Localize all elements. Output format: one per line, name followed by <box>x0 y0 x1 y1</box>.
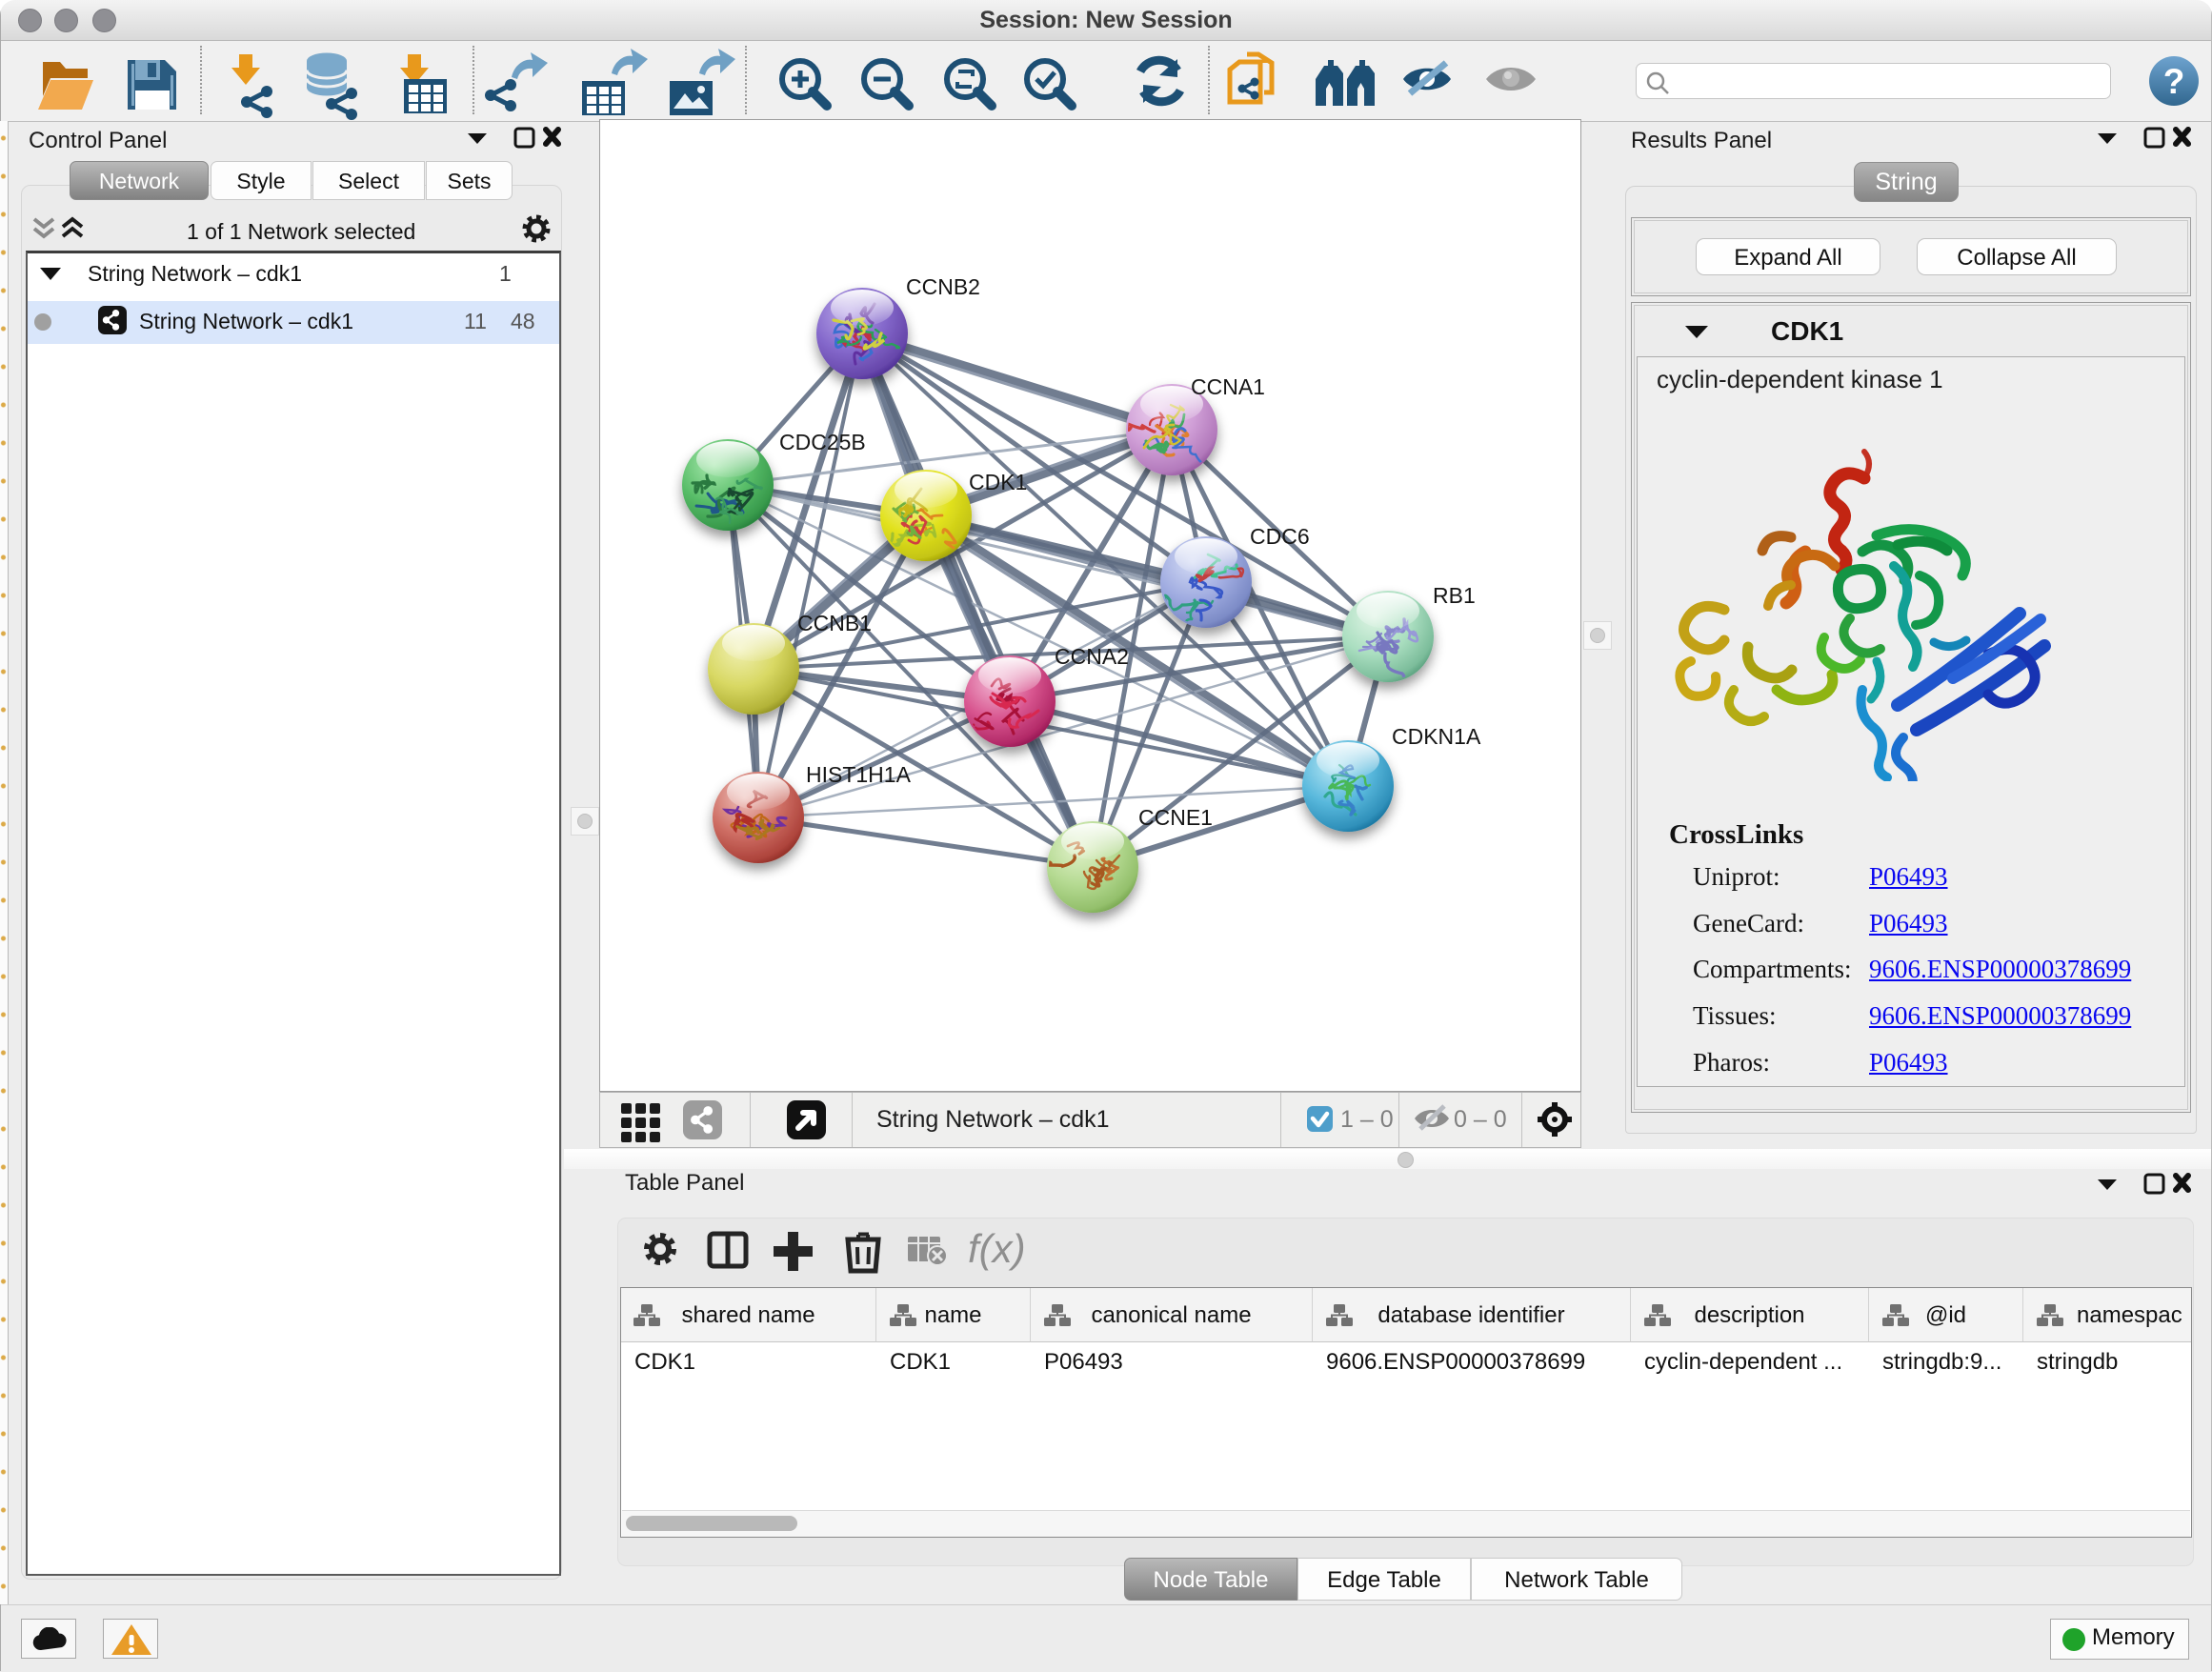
svg-text:CCNE1: CCNE1 <box>1138 805 1213 830</box>
svg-text:CCNB1: CCNB1 <box>797 611 872 635</box>
svg-text:CCNA2: CCNA2 <box>1055 644 1129 669</box>
svg-text:f(x): f(x) <box>968 1226 1026 1271</box>
svg-text:CCNB2: CCNB2 <box>906 274 980 299</box>
svg-text:CDK1: CDK1 <box>969 470 1027 494</box>
svg-text:CDC6: CDC6 <box>1250 524 1310 549</box>
svg-text:CCNA1: CCNA1 <box>1191 374 1265 399</box>
svg-text:HIST1H1A: HIST1H1A <box>806 762 912 787</box>
svg-text:CDKN1A: CDKN1A <box>1392 724 1481 749</box>
svg-text:?: ? <box>2163 62 2185 101</box>
svg-text:RB1: RB1 <box>1433 583 1476 608</box>
svg-text:CDC25B: CDC25B <box>779 430 866 454</box>
